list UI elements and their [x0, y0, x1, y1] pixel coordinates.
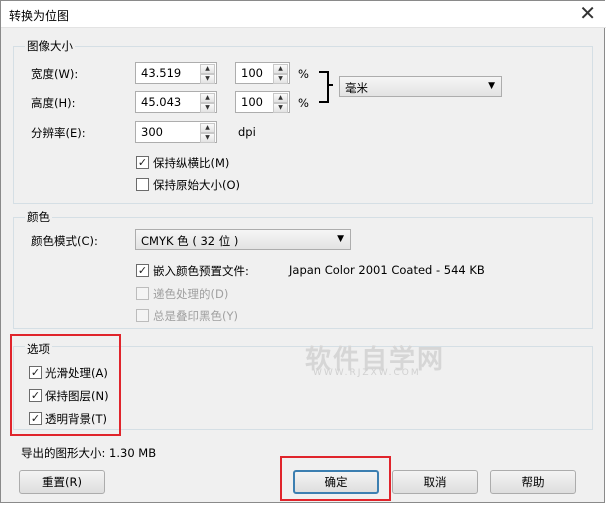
window-title: 转换为位图: [9, 9, 70, 23]
color-group-label: 颜色: [25, 209, 52, 225]
height-percent-symbol: %: [298, 96, 309, 110]
resolution-value: 300: [141, 125, 163, 139]
title-bar: 转换为位图 ✕: [1, 1, 606, 28]
chevron-down-icon: ▼: [337, 234, 344, 244]
embed-profile-label[interactable]: 嵌入颜色预置文件:: [153, 263, 249, 279]
help-button[interactable]: 帮助: [490, 470, 576, 494]
width-value: 43.519: [141, 66, 182, 80]
spin-up-icon[interactable]: ▲: [200, 93, 215, 103]
resolution-spinner[interactable]: ▲ ▼: [200, 123, 215, 143]
overprint-black-label[interactable]: 总是叠印黑色(Y): [153, 308, 238, 324]
dither-checkbox[interactable]: [136, 287, 149, 300]
ok-highlight-box: [280, 456, 391, 501]
keep-aspect-label[interactable]: 保持纵横比(M): [153, 155, 229, 171]
spin-down-icon[interactable]: ▼: [200, 133, 215, 143]
width-percent-input[interactable]: 100 ▲ ▼: [235, 62, 290, 84]
resolution-input[interactable]: 300 ▲ ▼: [135, 121, 217, 143]
options-highlight-box: [10, 334, 121, 436]
spin-down-icon[interactable]: ▼: [200, 103, 215, 113]
height-label: 高度(H):: [31, 96, 76, 110]
keep-aspect-checkbox[interactable]: ✓: [136, 156, 149, 169]
color-mode-value: CMYK 色 ( 32 位 ): [141, 234, 239, 248]
width-percent-value: 100: [241, 66, 263, 80]
width-label: 宽度(W):: [31, 67, 79, 81]
width-spinner[interactable]: ▲ ▼: [200, 64, 215, 84]
overprint-black-checkbox[interactable]: [136, 309, 149, 322]
width-percent-symbol: %: [298, 67, 309, 81]
convert-to-bitmap-dialog: 转换为位图 ✕ 图像大小 宽度(W): 43.519 ▲ ▼ 100 ▲ ▼ %…: [0, 0, 606, 503]
image-size-group-label: 图像大小: [25, 38, 75, 54]
cancel-button[interactable]: 取消: [392, 470, 478, 494]
spin-up-icon[interactable]: ▲: [200, 123, 215, 133]
unit-select[interactable]: 毫米 ▼: [339, 76, 502, 97]
keep-original-size-checkbox[interactable]: [136, 178, 149, 191]
width-percent-spinner[interactable]: ▲ ▼: [273, 64, 288, 84]
color-mode-label: 颜色模式(C):: [31, 234, 98, 248]
link-bracket-icon: [319, 71, 329, 103]
spin-down-icon[interactable]: ▼: [273, 74, 288, 84]
unit-value: 毫米: [345, 81, 368, 95]
check-icon: ✓: [137, 156, 148, 169]
close-icon[interactable]: ✕: [579, 2, 596, 24]
link-bracket-tick: [327, 84, 333, 86]
height-percent-value: 100: [241, 95, 263, 109]
width-input[interactable]: 43.519 ▲ ▼: [135, 62, 217, 84]
spin-up-icon[interactable]: ▲: [273, 93, 288, 103]
color-mode-select[interactable]: CMYK 色 ( 32 位 ) ▼: [135, 229, 351, 250]
height-input[interactable]: 45.043 ▲ ▼: [135, 91, 217, 113]
profile-name: Japan Color 2001 Coated - 544 KB: [289, 263, 485, 277]
resolution-label: 分辨率(E):: [31, 126, 86, 140]
spin-down-icon[interactable]: ▼: [273, 103, 288, 113]
chevron-down-icon: ▼: [488, 81, 495, 91]
export-size-text: 导出的图形大小: 1.30 MB: [21, 446, 157, 460]
reset-button[interactable]: 重置(R): [19, 470, 105, 494]
resolution-unit: dpi: [238, 125, 256, 139]
embed-profile-checkbox[interactable]: ✓: [136, 264, 149, 277]
height-spinner[interactable]: ▲ ▼: [200, 93, 215, 113]
check-icon: ✓: [137, 264, 148, 277]
watermark-url: WWW.RJZXW.COM: [313, 368, 421, 378]
height-percent-spinner[interactable]: ▲ ▼: [273, 93, 288, 113]
height-percent-input[interactable]: 100 ▲ ▼: [235, 91, 290, 113]
dither-label[interactable]: 递色处理的(D): [153, 286, 228, 302]
keep-original-size-label[interactable]: 保持原始大小(O): [153, 177, 240, 193]
spin-down-icon[interactable]: ▼: [200, 74, 215, 84]
spin-up-icon[interactable]: ▲: [273, 64, 288, 74]
spin-up-icon[interactable]: ▲: [200, 64, 215, 74]
height-value: 45.043: [141, 95, 182, 109]
